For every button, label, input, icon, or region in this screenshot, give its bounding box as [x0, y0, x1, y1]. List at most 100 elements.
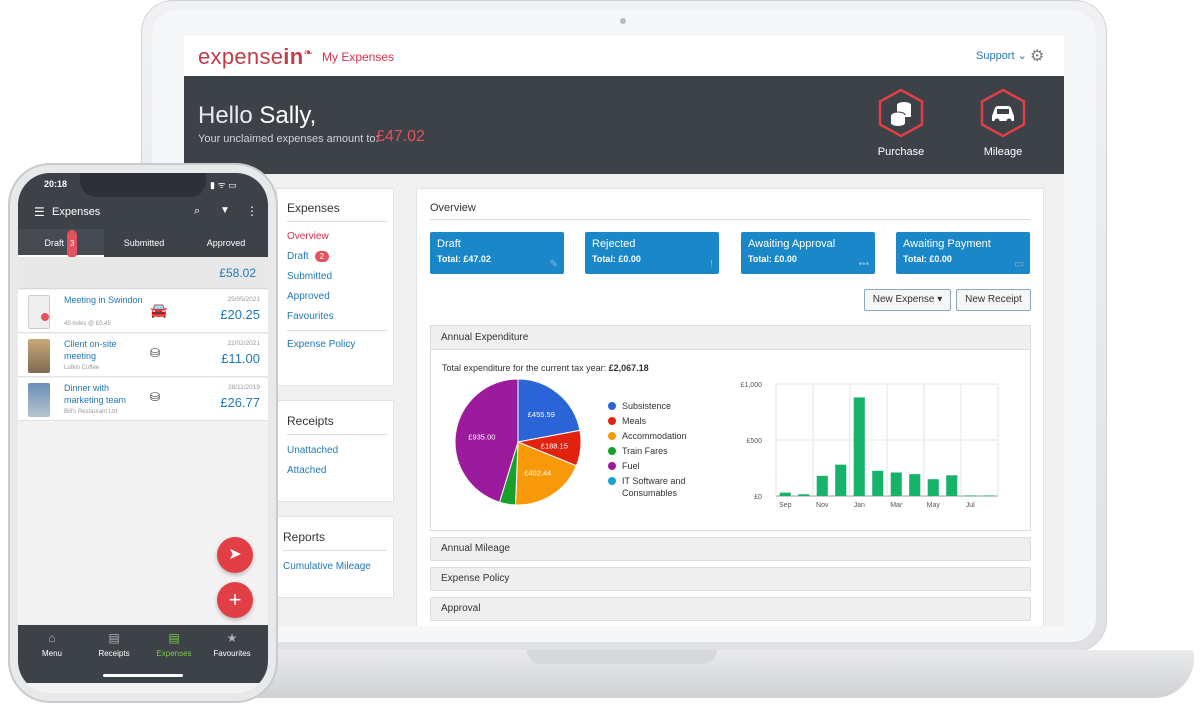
rejected-card-total: Total: £0.00: [592, 254, 641, 264]
pie-data-label: £402.44: [524, 469, 551, 478]
new-expense-button[interactable]: New Expense ▾: [864, 289, 951, 311]
list-item[interactable]: Meeting in Swindon 45 miles @ £0.45 🚘 25…: [18, 290, 268, 333]
nav-attached[interactable]: Attached: [287, 465, 393, 476]
receipt-icon: [28, 295, 50, 329]
new-receipt-button[interactable]: New Receipt: [956, 289, 1031, 311]
bar-may[interactable]: [927, 479, 939, 496]
bottom-nav-menu[interactable]: ⌂ Menu: [22, 631, 82, 658]
list-item[interactable]: Client on-site meeting Lufkin Coffee ⛁ 2…: [18, 334, 268, 377]
bar-mar[interactable]: [890, 472, 902, 496]
legend-item[interactable]: Subsistence: [608, 400, 708, 415]
send-button[interactable]: ➤: [217, 537, 253, 573]
legend-item[interactable]: Fuel: [608, 460, 708, 475]
rejected-card-title: Rejected: [592, 238, 636, 250]
bottom-nav-favourites[interactable]: ★ Favourites: [202, 631, 262, 658]
legend-item[interactable]: Meals: [608, 415, 708, 430]
nav-submitted[interactable]: Submitted: [287, 271, 393, 282]
camera-icon: [620, 18, 626, 24]
approval-accordion[interactable]: Approval: [430, 597, 1031, 621]
nav-expense-policy[interactable]: Expense Policy: [287, 339, 393, 350]
nav-cumulative-mileage[interactable]: Cumulative Mileage: [283, 561, 393, 572]
pie-legend: Subsistence Meals Accommodation Train Fa…: [608, 400, 708, 501]
coins-icon: ⛁: [150, 346, 161, 360]
rejected-card[interactable]: Rejected Total: £0.00 !: [585, 232, 719, 274]
legend-item[interactable]: Accommodation: [608, 430, 708, 445]
filter-icon[interactable]: ▼: [220, 205, 230, 216]
phone-draft-badge: 3: [67, 230, 78, 258]
nav-approved[interactable]: Approved: [287, 291, 393, 302]
tab-draft[interactable]: Draft 3: [18, 229, 104, 258]
bar-sep[interactable]: [779, 492, 791, 496]
bar-jan[interactable]: [853, 397, 865, 496]
greeting: Hello Sally,: [198, 102, 317, 129]
laptop-notch: [527, 650, 717, 664]
bar-nov[interactable]: [816, 475, 828, 496]
mileage-button[interactable]: Mileage: [963, 88, 1043, 158]
receipts-icon: ▤: [108, 631, 120, 645]
add-expense-button[interactable]: +: [217, 582, 253, 618]
laptop-screen: expensein❧ My Expenses Support ⌄ ⚙ Hello…: [184, 36, 1064, 626]
purchase-button[interactable]: Purchase: [861, 88, 941, 158]
bar-jun[interactable]: [946, 475, 958, 496]
pie-chart: £455.59 £188.15 £402.44 £935.00: [454, 378, 582, 506]
awaiting-payment-card[interactable]: Awaiting Payment Total: £0.00 ▭: [896, 232, 1030, 274]
logo[interactable]: expensein❧: [198, 44, 313, 70]
nav-favourites[interactable]: Favourites: [287, 311, 393, 322]
pencil-icon: ✎: [549, 259, 558, 270]
bottom-nav-expenses[interactable]: ▤ Expenses: [144, 631, 204, 658]
reports-nav-title: Reports: [283, 530, 387, 551]
tab-submitted[interactable]: Submitted: [104, 229, 184, 257]
tab-approved[interactable]: Approved: [184, 229, 268, 257]
draft-card[interactable]: Draft Total: £47.02 ✎: [430, 232, 564, 274]
coins-icon: ⛁: [150, 390, 161, 404]
list-item[interactable]: Dinner with marketing team Bill's Restau…: [18, 378, 268, 421]
annual-expenditure-header[interactable]: Annual Expenditure: [431, 326, 1030, 350]
item-amount: £26.77: [220, 395, 260, 410]
bar-dec[interactable]: [835, 464, 847, 496]
gear-icon[interactable]: ⚙: [1030, 46, 1044, 66]
bar-jul[interactable]: [964, 495, 976, 497]
receipt-thumbnail: [28, 339, 50, 373]
awaiting-payment-card-total: Total: £0.00: [903, 254, 952, 264]
item-subtitle: 45 miles @ £0.45: [64, 321, 111, 327]
pie-data-label: £188.15: [541, 442, 568, 451]
phone-time: 20:18: [44, 179, 68, 189]
y-tick-label: £0: [754, 494, 762, 501]
overview-title: Overview: [430, 202, 1030, 220]
more-icon[interactable]: ⋮: [246, 204, 258, 218]
phone-total-bar: £58.02: [18, 257, 268, 289]
support-menu[interactable]: Support ⌄: [976, 49, 1027, 62]
nav-overview[interactable]: Overview: [287, 231, 393, 242]
bar-aug[interactable]: [983, 495, 995, 497]
unclaimed-label: Your unclaimed expenses amount to:: [198, 133, 379, 145]
search-icon[interactable]: ⌕: [194, 205, 200, 218]
nav-draft[interactable]: Draft: [287, 251, 309, 262]
bar-oct[interactable]: [798, 494, 810, 496]
x-tick-label: Nov: [816, 502, 829, 509]
awaiting-approval-card-title: Awaiting Approval: [748, 238, 836, 250]
phone-notch: [80, 173, 206, 197]
unclaimed-amount: £47.02: [376, 128, 425, 145]
nav-unattached[interactable]: Unattached: [287, 445, 393, 456]
car-icon: [980, 88, 1026, 138]
phone-title: Expenses: [52, 206, 101, 218]
expenses-nav-panel: Expenses Overview Draft 2 Submitted Appro…: [276, 188, 394, 386]
annual-mileage-accordion[interactable]: Annual Mileage: [430, 537, 1031, 561]
bottom-nav-receipts[interactable]: ▤ Receipts: [84, 631, 144, 658]
card-icon: ▭: [1014, 259, 1024, 270]
bar-apr[interactable]: [909, 474, 921, 496]
expense-policy-accordion[interactable]: Expense Policy: [430, 567, 1031, 591]
hamburger-icon[interactable]: ☰: [34, 205, 45, 219]
legend-item[interactable]: IT Software and Consumables: [608, 475, 708, 501]
draft-card-total: Total: £47.02: [437, 254, 491, 264]
receipts-nav-panel: Receipts Unattached Attached: [276, 400, 394, 502]
purchase-label: Purchase: [877, 146, 925, 158]
x-tick-label: Jan: [854, 502, 865, 509]
awaiting-approval-card[interactable]: Awaiting Approval Total: £0.00 •••: [741, 232, 875, 274]
bar-feb[interactable]: [872, 470, 884, 496]
legend-item[interactable]: Train Fares: [608, 445, 708, 460]
draft-badge: 2: [314, 251, 330, 262]
phone-screen: 20:18 ▮ ᯤ ▭ ☰ Expenses ⌕ ▼ ⋮ Draft 3 Subm…: [18, 173, 268, 693]
expenses-nav-title: Expenses: [287, 201, 387, 222]
section-title[interactable]: My Expenses: [322, 50, 394, 64]
